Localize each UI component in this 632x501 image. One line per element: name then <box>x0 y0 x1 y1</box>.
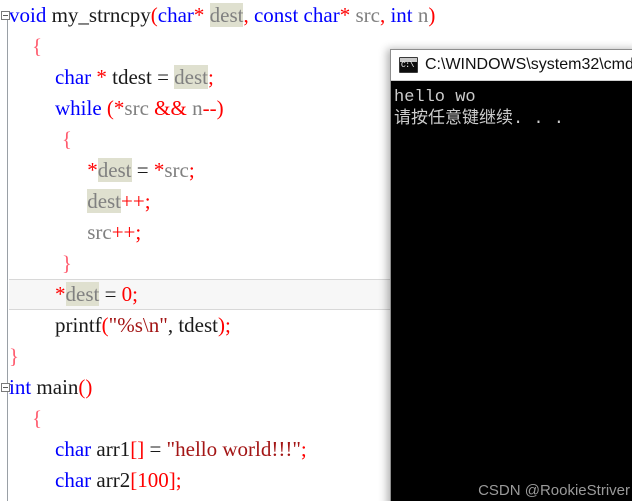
code-token: ( <box>101 313 109 337</box>
code-token: = <box>151 65 175 89</box>
code-token: printf <box>55 313 102 337</box>
code-token: * <box>193 3 205 27</box>
code-token-highlighted: dest <box>97 158 132 182</box>
code-token: n <box>417 3 429 27</box>
code-token-highlighted: dest <box>174 65 208 89</box>
code-token: 0 <box>121 282 133 306</box>
code-token: , <box>167 313 179 337</box>
console-title-bar[interactable]: C:\ C:\WINDOWS\system32\cmd <box>391 50 632 81</box>
code-token: ; <box>135 220 142 244</box>
code-line[interactable]: void my_strncpy(char* dest, const char* … <box>0 0 632 31</box>
code-token: * <box>339 3 351 27</box>
code-token: char <box>157 3 194 27</box>
code-token: "hello world!!!" <box>166 437 301 461</box>
code-token: while <box>55 96 102 120</box>
console-title-text: C:\WINDOWS\system32\cmd <box>425 56 632 73</box>
watermark-text: CSDN @RookieStriver <box>478 482 630 499</box>
code-token: ; <box>224 313 231 337</box>
code-token: ( <box>150 3 158 27</box>
code-token: { <box>61 127 72 151</box>
code-token: my_strncpy <box>51 3 151 27</box>
cmd-icon: C:\ <box>399 57 418 73</box>
code-token: = <box>99 282 122 306</box>
code-token: { <box>32 406 43 430</box>
fold-toggle-icon[interactable] <box>1 11 10 20</box>
code-token: src <box>164 158 189 182</box>
code-token: * <box>153 158 165 182</box>
code-token-highlighted: dest <box>65 282 100 306</box>
cmd-console-window[interactable]: C:\ C:\WINDOWS\system32\cmd hello wo 请按任意… <box>390 49 632 501</box>
code-token: ; <box>144 189 151 213</box>
code-token: ; <box>300 437 307 461</box>
code-token: && <box>154 96 187 120</box>
code-token: n <box>192 96 203 120</box>
code-token: ] <box>168 468 176 492</box>
code-token: arr2 <box>96 468 131 492</box>
code-token: } <box>9 344 20 368</box>
code-token: arr1 <box>96 437 131 461</box>
code-token: } <box>61 251 72 275</box>
code-token: -- <box>202 96 217 120</box>
code-token-highlighted: dest <box>209 3 244 27</box>
screenshot-root: void my_strncpy(char* dest, const char* … <box>0 0 632 501</box>
code-token: ) <box>216 96 224 120</box>
code-token: char <box>55 468 92 492</box>
code-token: const <box>253 3 299 27</box>
code-token: char <box>55 437 92 461</box>
code-token: ; <box>207 65 214 89</box>
code-token: src <box>124 96 149 120</box>
code-token: * <box>87 158 98 182</box>
code-token: () <box>78 375 93 399</box>
code-token: main <box>36 375 79 399</box>
cmd-icon-glyph: C:\ <box>401 61 414 70</box>
code-token: int <box>9 375 32 399</box>
code-token: ++ <box>121 189 145 213</box>
code-token: char <box>55 65 92 89</box>
code-token: ; <box>132 282 139 306</box>
code-token: char <box>303 3 340 27</box>
code-token: * <box>96 65 107 89</box>
code-token: tdest <box>112 65 152 89</box>
console-output-area[interactable]: hello wo 请按任意键继续. . . <box>391 81 632 501</box>
code-token: * <box>55 282 66 306</box>
code-token: ; <box>175 468 182 492</box>
code-token: tdest <box>178 313 218 337</box>
code-token: ) <box>217 313 225 337</box>
code-token: ; <box>188 158 195 182</box>
code-token: [] <box>130 437 145 461</box>
code-token: "%s\n" <box>108 313 168 337</box>
console-output-line: hello wo <box>394 88 476 107</box>
code-token: void <box>9 3 47 27</box>
code-token: src <box>87 220 112 244</box>
code-token: * <box>113 96 125 120</box>
code-token: { <box>32 34 43 58</box>
code-token: ++ <box>111 220 136 244</box>
code-token: = <box>131 158 154 182</box>
code-token: ) <box>428 3 436 27</box>
console-output-line: 请按任意键继续. . . <box>394 110 565 129</box>
code-token-highlighted: dest <box>87 189 122 213</box>
code-token: 100 <box>137 468 169 492</box>
code-token: = <box>144 437 167 461</box>
fold-toggle-icon[interactable] <box>1 383 10 392</box>
code-token: src <box>355 3 380 27</box>
code-token: int <box>390 3 413 27</box>
code-token: ( <box>106 96 114 120</box>
